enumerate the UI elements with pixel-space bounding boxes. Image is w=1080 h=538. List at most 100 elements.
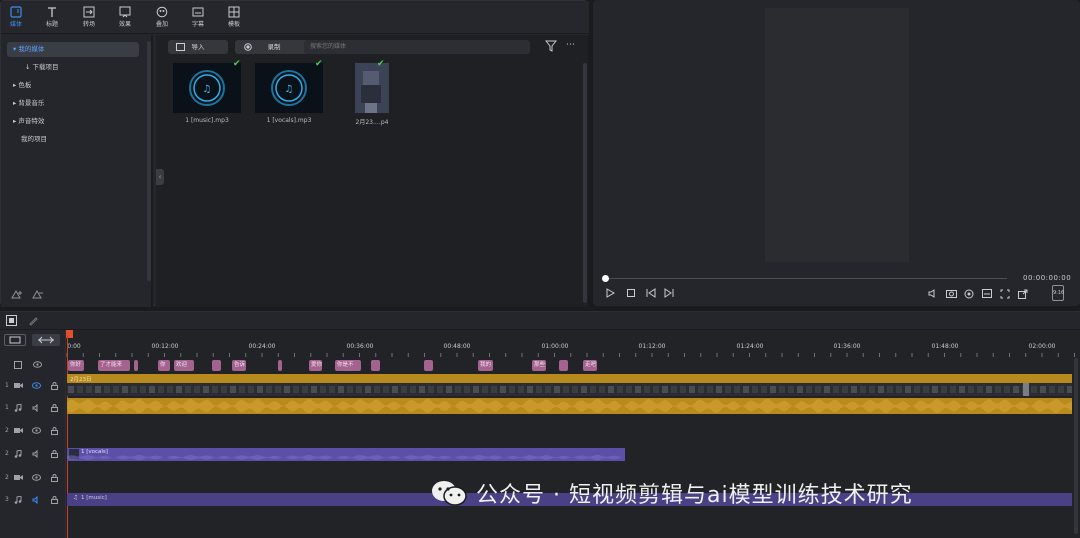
time-ruler[interactable]: 0:00 00:12:00 00:24:00 00:36:00 00:48:00…: [66, 330, 1080, 358]
tick-label: 00:36:00: [346, 343, 374, 350]
sidebar-item-my-projects[interactable]: 我的项目: [7, 132, 139, 147]
record-button[interactable]: 录制: [235, 40, 313, 54]
subtitle-marker[interactable]: [424, 360, 433, 371]
timeline-scrollbar[interactable]: [1074, 358, 1078, 534]
speaker-icon[interactable]: [32, 496, 41, 504]
media-scrollbar[interactable]: [583, 63, 587, 303]
snap-toggle-icon[interactable]: [32, 334, 60, 346]
tab-title[interactable]: 标题: [37, 5, 67, 28]
audio-clip-vocals[interactable]: 1 [vocals]: [67, 448, 625, 461]
subtitle-marker[interactable]: [371, 360, 380, 371]
check-icon: ✔: [315, 59, 323, 69]
collapse-panel-button[interactable]: ‹: [156, 169, 164, 185]
media-item-music[interactable]: ♫ ✔: [173, 59, 241, 113]
next-frame-icon[interactable]: [663, 288, 675, 298]
eye-icon[interactable]: [32, 382, 41, 389]
subtitle-marker[interactable]: 那些: [532, 360, 546, 371]
aspect-ratio-button[interactable]: 9:16: [1052, 285, 1064, 301]
playback-progress-track[interactable]: [605, 278, 1007, 279]
lock-icon[interactable]: [51, 496, 58, 504]
stop-icon[interactable]: [626, 288, 636, 298]
color-settings-icon[interactable]: [964, 289, 974, 299]
subtitle-marker[interactable]: [212, 360, 221, 371]
tab-overlay[interactable]: 叠加: [147, 5, 177, 28]
sidebar-item-bgm[interactable]: ▸ 背景音乐: [7, 96, 139, 111]
subtitle-marker[interactable]: [134, 360, 138, 371]
lock-icon[interactable]: [51, 474, 58, 482]
subtitle-marker[interactable]: [559, 360, 568, 371]
subtitle-marker[interactable]: 欢迎: [174, 360, 194, 371]
watermark-text: 公众号 · 短视频剪辑与ai模型训练技术研究: [476, 483, 913, 508]
zoom-fit-icon[interactable]: [1000, 289, 1010, 299]
add-track-icon[interactable]: [4, 334, 26, 346]
tick-label: 0:00: [67, 343, 81, 350]
tab-subtitle[interactable]: 字幕: [183, 5, 213, 28]
music-note-icon: [14, 496, 22, 504]
svg-text:♫: ♫: [203, 84, 212, 95]
tab-media[interactable]: 媒体: [1, 5, 31, 28]
subtitle-marker[interactable]: 你是不: [335, 360, 361, 371]
volume-icon[interactable]: [928, 289, 938, 298]
subtitle-marker[interactable]: 你: [158, 360, 170, 371]
subtitle-marker[interactable]: 了才能来: [98, 360, 130, 371]
play-icon[interactable]: [605, 288, 615, 298]
subtitle-marker[interactable]: 我的: [478, 360, 493, 371]
media-item-vocals[interactable]: ♫ ✔: [255, 59, 323, 113]
tab-effects[interactable]: 效果: [110, 5, 140, 28]
tab-transition[interactable]: 转场: [74, 5, 104, 28]
search-input[interactable]: [304, 40, 530, 54]
subtitle-marker[interactable]: 告诉: [232, 360, 246, 371]
import-button[interactable]: 导入: [168, 40, 228, 54]
sidebar-scrollbar[interactable]: [147, 41, 151, 281]
tab-template[interactable]: 模板: [219, 5, 249, 28]
media-item-video[interactable]: ✔: [355, 59, 389, 113]
timecode-display: 00:00:00:00: [1023, 274, 1072, 282]
audio-waveform-icon: ♫: [173, 63, 241, 113]
filmstrip-thumbnails: [68, 386, 1072, 393]
subtitle-marker[interactable]: 走吧: [583, 360, 597, 371]
track-number: 2: [5, 474, 9, 481]
lock-icon[interactable]: [51, 382, 58, 390]
media-name: 1 [music].mp3: [185, 117, 229, 124]
subtitle-marker[interactable]: 你好: [68, 360, 84, 371]
snapshot-icon[interactable]: [946, 289, 957, 298]
eye-icon[interactable]: [32, 427, 41, 434]
remove-folder-icon[interactable]: [32, 289, 44, 299]
subtitle-toggle-icon[interactable]: [982, 289, 992, 298]
lock-icon[interactable]: [51, 404, 58, 412]
track-number: 3: [5, 496, 9, 503]
tick-label: 01:48:00: [931, 343, 959, 350]
tick-label: 00:24:00: [248, 343, 276, 350]
eye-icon[interactable]: [33, 361, 42, 368]
subtitle-marker[interactable]: [278, 360, 282, 371]
audio-clip-main[interactable]: [67, 398, 1072, 414]
add-folder-icon[interactable]: [11, 289, 23, 299]
more-icon[interactable]: ⋯: [566, 40, 575, 50]
sidebar-item-swatches[interactable]: ▸ 色板: [7, 78, 139, 93]
sidebar-item-sfx[interactable]: ▸ 声音特效: [7, 114, 139, 129]
eye-icon[interactable]: [32, 474, 41, 481]
sidebar-item-my-media[interactable]: ▾ 我的媒体: [7, 42, 139, 57]
fullscreen-icon[interactable]: [1018, 289, 1028, 299]
sidebar-item-downloads[interactable]: ↓ 下载项目: [7, 60, 139, 75]
tab-label: 标题: [45, 21, 58, 28]
tick-label: 01:24:00: [736, 343, 764, 350]
filter-icon[interactable]: [545, 40, 557, 52]
prev-frame-icon[interactable]: [645, 288, 657, 298]
lock-icon[interactable]: [51, 427, 58, 435]
video-clip[interactable]: 2月23日: [67, 374, 1072, 383]
tick-label: 02:00:00: [1028, 343, 1056, 350]
video-filmstrip[interactable]: [67, 383, 1072, 396]
check-icon: ✔: [377, 59, 385, 69]
tick-label: 01:00:00: [541, 343, 569, 350]
edit-tool-icon[interactable]: [28, 315, 39, 326]
lock-icon[interactable]: [51, 450, 58, 458]
tab-label: 媒体: [9, 21, 22, 28]
preview-canvas: [765, 8, 909, 262]
speaker-icon[interactable]: [32, 404, 41, 412]
track-header-audio-3: 3: [0, 489, 66, 511]
playhead-handle[interactable]: [602, 275, 609, 282]
subtitle-marker[interactable]: 爱你: [309, 360, 322, 371]
speaker-icon[interactable]: [32, 450, 41, 458]
select-tool-icon[interactable]: [6, 315, 17, 326]
